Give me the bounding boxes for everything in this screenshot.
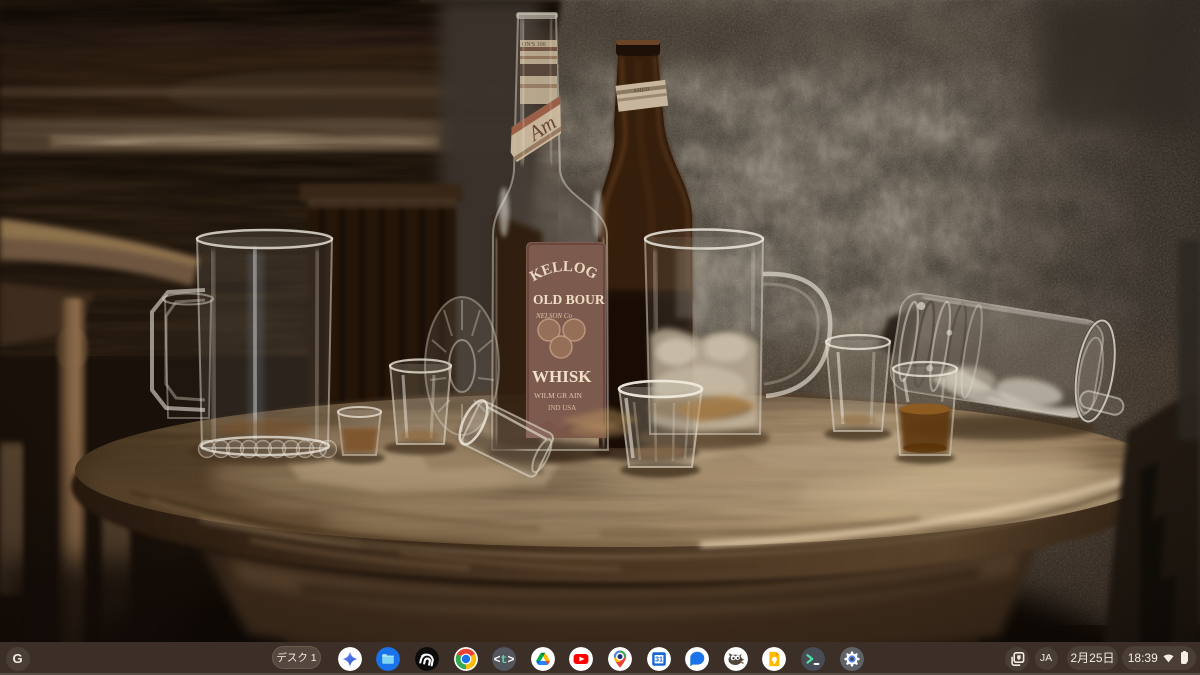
svg-text:<t>: <t>: [494, 654, 515, 667]
svg-text:31: 31: [655, 656, 663, 663]
